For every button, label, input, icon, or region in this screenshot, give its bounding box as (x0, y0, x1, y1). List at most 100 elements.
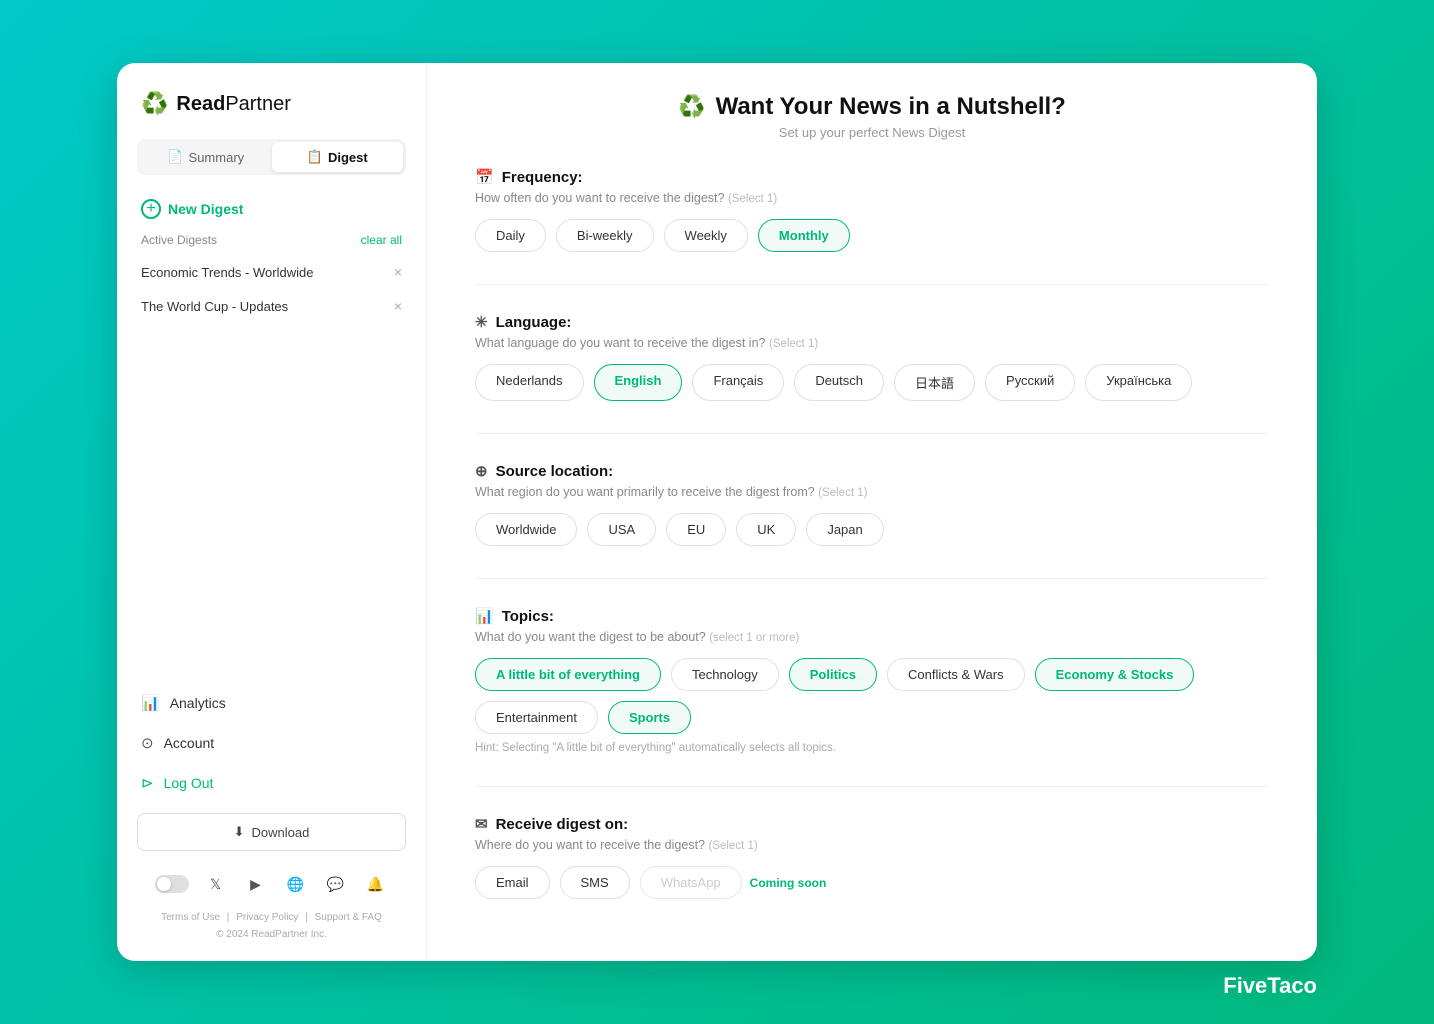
analytics-icon: 📊 (141, 694, 160, 712)
frequency-option-daily[interactable]: Daily (475, 219, 546, 252)
language-option-nl[interactable]: Nederlands (475, 364, 584, 401)
topic-option-technology[interactable]: Technology (671, 658, 779, 691)
logo: ♻️ ReadPartner (117, 91, 426, 139)
active-digests-header: Active Digests clear all (117, 233, 426, 255)
receive-option-sms[interactable]: SMS (560, 866, 630, 899)
logo-icon: ♻️ (141, 91, 168, 117)
topics-icon: 📊 (475, 607, 494, 625)
fivetaco-branding: FiveTaco (1223, 973, 1317, 999)
logo-text: ReadPartner (176, 93, 291, 116)
nav-tabs: 📄 Summary 📋 Digest (137, 139, 406, 175)
terms-link[interactable]: Terms of Use (161, 912, 220, 923)
twitter-x-icon[interactable]: 𝕏 (203, 871, 229, 897)
language-options: Nederlands English Français Deutsch 日本語 … (475, 364, 1269, 401)
chat-icon[interactable]: 💬 (323, 871, 349, 897)
location-option-japan[interactable]: Japan (806, 513, 883, 546)
summary-tab-icon: 📄 (167, 149, 183, 165)
header-logo-icon: ♻️ (678, 94, 705, 120)
topics-question: What do you want the digest to be about?… (475, 630, 1269, 644)
frequency-label: 📅 Frequency: (475, 168, 1269, 186)
frequency-question: How often do you want to receive the dig… (475, 191, 1269, 205)
main-title: ♻️ Want Your News in a Nutshell? (475, 93, 1269, 121)
toggle-switch[interactable] (155, 875, 189, 893)
location-option-uk[interactable]: UK (736, 513, 796, 546)
language-option-fr[interactable]: Français (692, 364, 784, 401)
topics-hint-text: Hint: Selecting "A little bit of everyth… (475, 742, 1269, 754)
bell-icon[interactable]: 🔔 (363, 871, 389, 897)
privacy-link[interactable]: Privacy Policy (236, 912, 298, 923)
main-content: ♻️ Want Your News in a Nutshell? Set up … (427, 63, 1317, 961)
receive-option-email[interactable]: Email (475, 866, 550, 899)
clear-all-button[interactable]: clear all (361, 233, 402, 247)
language-section: ✳ Language: What language do you want to… (475, 313, 1269, 401)
sidebar-item-account[interactable]: ⊙ Account (117, 723, 426, 763)
frequency-options: Daily Bi-weekly Weekly Monthly (475, 219, 1269, 252)
language-option-uk[interactable]: Українська (1085, 364, 1192, 401)
download-button[interactable]: ⬇ Download (137, 813, 406, 851)
active-digests-label: Active Digests (141, 233, 217, 247)
coming-soon-badge: Coming soon (750, 876, 827, 890)
language-question: What language do you want to receive the… (475, 336, 1269, 350)
source-location-options: Worldwide USA EU UK Japan (475, 513, 1269, 546)
sidebar-bottom: 📊 Analytics ⊙ Account ⊳ Log Out ⬇ Downlo… (117, 683, 426, 961)
source-location-section: ⊕ Source location: What region do you wa… (475, 462, 1269, 546)
topic-option-everything[interactable]: A little bit of everything (475, 658, 661, 691)
language-option-en[interactable]: English (594, 364, 683, 401)
topic-option-economy[interactable]: Economy & Stocks (1035, 658, 1195, 691)
receive-options: Email SMS WhatsApp Coming soon (475, 866, 1269, 899)
account-icon: ⊙ (141, 734, 154, 752)
frequency-option-monthly[interactable]: Monthly (758, 219, 850, 252)
frequency-option-weekly[interactable]: Weekly (664, 219, 748, 252)
topic-option-entertainment[interactable]: Entertainment (475, 701, 598, 734)
receive-whatsapp-container: WhatsApp Coming soon (640, 866, 827, 899)
language-option-de[interactable]: Deutsch (794, 364, 884, 401)
language-icon: ✳ (475, 313, 488, 331)
receive-icon: ✉ (475, 815, 488, 833)
receive-label: ✉ Receive digest on: (475, 815, 1269, 833)
footer-links: Terms of Use | Privacy Policy | Support … (117, 905, 426, 951)
frequency-icon: 📅 (475, 168, 494, 186)
youtube-icon[interactable]: ▶ (243, 871, 269, 897)
source-location-label: ⊕ Source location: (475, 462, 1269, 480)
main-header: ♻️ Want Your News in a Nutshell? Set up … (475, 93, 1269, 140)
location-option-eu[interactable]: EU (666, 513, 726, 546)
topic-option-politics[interactable]: Politics (789, 658, 877, 691)
source-icon: ⊕ (475, 462, 488, 480)
receive-option-whatsapp[interactable]: WhatsApp (640, 866, 742, 899)
sidebar-item-logout[interactable]: ⊳ Log Out (117, 763, 426, 803)
topics-options: A little bit of everything Technology Po… (475, 658, 1269, 734)
frequency-option-biweekly[interactable]: Bi-weekly (556, 219, 654, 252)
source-location-question: What region do you want primarily to rec… (475, 485, 1269, 499)
location-option-usa[interactable]: USA (587, 513, 656, 546)
sidebar: ♻️ ReadPartner 📄 Summary 📋 Digest + New … (117, 63, 427, 961)
download-icon: ⬇ (234, 824, 245, 840)
tab-summary[interactable]: 📄 Summary (140, 142, 272, 172)
globe-icon[interactable]: 🌐 (283, 871, 309, 897)
topics-section: 📊 Topics: What do you want the digest to… (475, 607, 1269, 754)
close-digest-1-icon[interactable]: × (394, 264, 402, 280)
copyright-text: © 2024 ReadPartner Inc. (216, 929, 327, 940)
digest-item[interactable]: The World Cup - Updates × (117, 289, 426, 323)
logout-icon: ⊳ (141, 774, 154, 792)
digest-item[interactable]: Economic Trends - Worldwide × (117, 255, 426, 289)
social-icons-row: 𝕏 ▶ 🌐 💬 🔔 (117, 861, 426, 905)
topics-label: 📊 Topics: (475, 607, 1269, 625)
topic-option-conflicts[interactable]: Conflicts & Wars (887, 658, 1025, 691)
language-option-ru[interactable]: Русский (985, 364, 1075, 401)
new-digest-button[interactable]: + New Digest (117, 193, 426, 233)
close-digest-2-icon[interactable]: × (394, 298, 402, 314)
support-link[interactable]: Support & FAQ (315, 912, 382, 923)
receive-question: Where do you want to receive the digest?… (475, 838, 1269, 852)
main-subtitle: Set up your perfect News Digest (475, 125, 1269, 140)
tab-digest[interactable]: 📋 Digest (272, 142, 404, 172)
language-option-ja[interactable]: 日本語 (894, 364, 975, 401)
location-option-worldwide[interactable]: Worldwide (475, 513, 577, 546)
topic-option-sports[interactable]: Sports (608, 701, 691, 734)
plus-icon: + (141, 199, 161, 219)
toggle-knob (157, 877, 171, 891)
digest-tab-icon: 📋 (307, 149, 323, 165)
language-label: ✳ Language: (475, 313, 1269, 331)
sidebar-item-analytics[interactable]: 📊 Analytics (117, 683, 426, 723)
receive-section: ✉ Receive digest on: Where do you want t… (475, 815, 1269, 899)
frequency-section: 📅 Frequency: How often do you want to re… (475, 168, 1269, 252)
